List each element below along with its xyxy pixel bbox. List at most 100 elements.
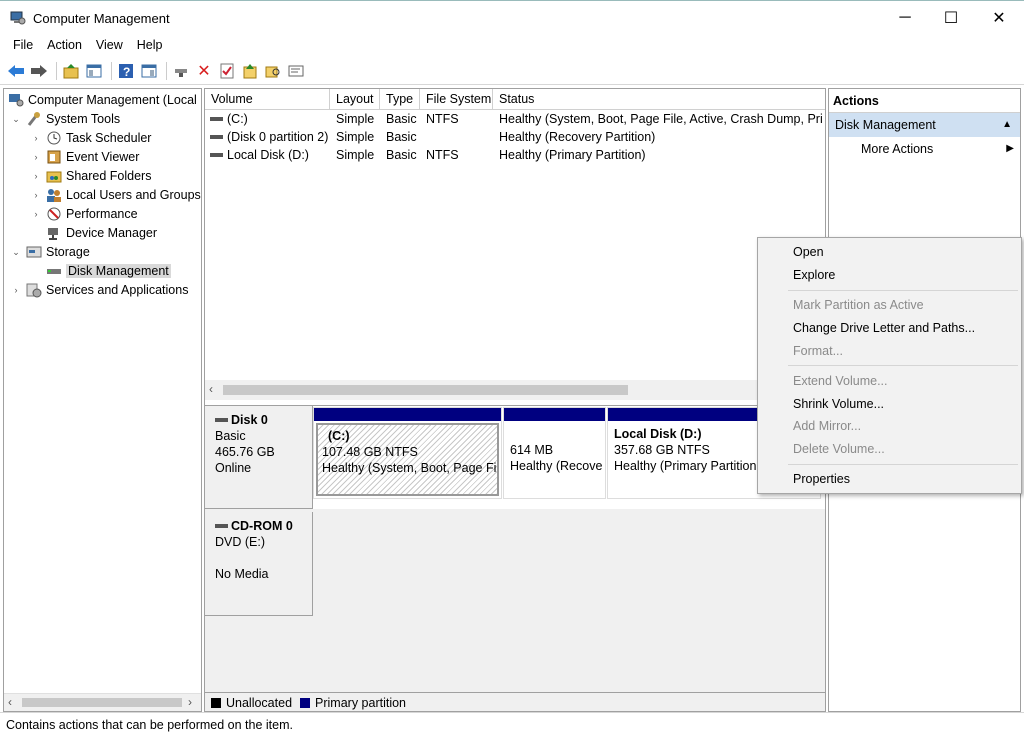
submenu-arrow-icon: ▶ xyxy=(1006,143,1014,154)
forward-arrow-icon[interactable] xyxy=(29,61,49,81)
collapse-chevron-icon[interactable]: ⌄ xyxy=(10,114,22,125)
menu-item-add-mirror[interactable]: Add Mirror... xyxy=(793,416,861,436)
tree-item-storage[interactable]: ⌄ Storage xyxy=(10,243,90,261)
menu-item-mark-active[interactable]: Mark Partition as Active xyxy=(793,295,924,315)
connect-icon[interactable] xyxy=(171,61,191,81)
check-properties-icon[interactable] xyxy=(217,61,237,81)
volume-file-system: NTFS xyxy=(426,148,459,162)
table-row[interactable]: (Disk 0 partition 2) Simple Basic Health… xyxy=(205,129,825,147)
cdrom-icon xyxy=(215,524,228,528)
volume-icon xyxy=(210,117,223,121)
disk-type: DVD (E:) xyxy=(215,535,265,549)
toolbar-separator xyxy=(56,61,57,80)
expand-chevron-icon[interactable]: › xyxy=(10,285,22,295)
expand-chevron-icon[interactable]: › xyxy=(30,209,42,219)
close-button[interactable]: ✕ xyxy=(976,1,1022,35)
partition-size: 614 MB xyxy=(510,443,554,457)
menu-item-change-drive-letter[interactable]: Change Drive Letter and Paths... xyxy=(793,318,975,338)
scroll-right-arrow-icon[interactable]: › xyxy=(188,695,192,709)
table-row[interactable]: (C:) Simple Basic NTFS Healthy (System, … xyxy=(205,111,825,129)
more-actions-item[interactable]: More Actions ▶ xyxy=(829,137,1020,161)
menu-action[interactable]: Action xyxy=(40,38,89,52)
tree-item-shared-folders[interactable]: › Shared Folders xyxy=(30,167,152,185)
menu-help[interactable]: Help xyxy=(130,38,170,52)
disk-type: Basic xyxy=(215,429,246,443)
tree-item-label: Performance xyxy=(66,207,138,221)
export-icon[interactable] xyxy=(240,61,260,81)
volume-list-horizontal-scrollbar[interactable]: ‹ xyxy=(205,380,825,400)
show-hide-tree-icon[interactable] xyxy=(84,61,104,81)
expand-chevron-icon[interactable]: › xyxy=(30,171,42,181)
menu-bar: File Action View Help xyxy=(0,34,1024,56)
tree-item-disk-management[interactable]: Disk Management xyxy=(30,262,171,280)
search-folder-icon[interactable] xyxy=(263,61,283,81)
volume-name: (C:) xyxy=(227,112,248,126)
console-icon[interactable] xyxy=(286,61,306,81)
toolbar: ? ✕ xyxy=(0,57,1024,85)
scroll-left-arrow-icon[interactable]: ‹ xyxy=(8,695,12,709)
expand-chevron-icon[interactable]: › xyxy=(30,133,42,143)
menu-item-properties[interactable]: Properties xyxy=(793,469,850,489)
legend: Unallocated Primary partition xyxy=(205,692,825,711)
tree-horizontal-scrollbar[interactable]: ‹ › xyxy=(4,693,201,711)
column-header-status[interactable]: Status xyxy=(493,89,825,110)
users-icon xyxy=(46,187,62,203)
menu-item-shrink-volume[interactable]: Shrink Volume... xyxy=(793,394,884,414)
scroll-left-arrow-icon[interactable]: ‹ xyxy=(209,382,213,396)
up-folder-icon[interactable] xyxy=(61,61,81,81)
column-header-layout[interactable]: Layout xyxy=(330,89,380,110)
menu-item-format[interactable]: Format... xyxy=(793,341,843,361)
expand-chevron-icon[interactable]: › xyxy=(30,152,42,162)
tree-item-local-users-groups[interactable]: › Local Users and Groups xyxy=(30,186,201,204)
window-title: Computer Management xyxy=(33,11,170,26)
column-header-volume[interactable]: Volume xyxy=(205,89,330,110)
volume-status: Healthy (System, Boot, Page File, Active… xyxy=(499,112,822,126)
scrollbar-thumb[interactable] xyxy=(223,385,628,395)
maximize-button[interactable]: ☐ xyxy=(928,1,974,35)
status-text: Contains actions that can be performed o… xyxy=(6,718,293,732)
delete-icon[interactable]: ✕ xyxy=(194,61,214,81)
menu-item-open[interactable]: Open xyxy=(793,242,824,262)
column-header-type[interactable]: Type xyxy=(380,89,420,110)
event-log-icon xyxy=(46,149,62,165)
disk-0-label[interactable]: Disk 0 Basic 465.76 GB Online xyxy=(205,406,313,509)
column-header-file-system[interactable]: File System xyxy=(420,89,493,110)
tree-root[interactable]: Computer Management (Local xyxy=(8,91,197,109)
tree-item-system-tools[interactable]: ⌄ System Tools xyxy=(10,110,120,128)
tree-item-task-scheduler[interactable]: › Task Scheduler xyxy=(30,129,152,147)
cdrom-0-label[interactable]: CD-ROM 0 DVD (E:) No Media xyxy=(205,512,313,616)
collapse-chevron-icon[interactable]: ⌄ xyxy=(10,247,22,258)
partition-c[interactable]: (C:) 107.48 GB NTFS Healthy (System, Boo… xyxy=(313,407,502,499)
menu-view[interactable]: View xyxy=(89,38,130,52)
disk-graphical-view: Disk 0 Basic 465.76 GB Online (C:) 107.4… xyxy=(205,405,825,692)
scrollbar-thumb[interactable] xyxy=(22,698,182,707)
partition-type-bar xyxy=(314,408,501,421)
collapse-up-icon[interactable]: ▲ xyxy=(1002,113,1012,137)
show-hide-action-pane-icon[interactable] xyxy=(139,61,159,81)
tree-item-label: Services and Applications xyxy=(46,283,189,297)
partition-recovery[interactable]: 614 MB Healthy (Recove xyxy=(503,407,606,499)
tree-item-device-manager[interactable]: Device Manager xyxy=(30,224,157,242)
console-tree: Computer Management (Local ⌄ System Tool… xyxy=(3,88,202,712)
actions-section-disk-management[interactable]: Disk Management ▲ xyxy=(829,113,1020,137)
menu-item-extend-volume[interactable]: Extend Volume... xyxy=(793,371,888,391)
tree-item-label: System Tools xyxy=(46,112,121,126)
actions-header: Actions xyxy=(829,89,1020,113)
tree-item-event-viewer[interactable]: › Event Viewer xyxy=(30,148,140,166)
menu-file[interactable]: File xyxy=(6,38,40,52)
expand-chevron-icon[interactable]: › xyxy=(30,190,42,200)
tree-item-performance[interactable]: › Performance xyxy=(30,205,138,223)
back-arrow-icon[interactable] xyxy=(6,61,26,81)
volume-type: Basic xyxy=(386,148,417,162)
tree-item-services-applications[interactable]: › Services and Applications xyxy=(10,281,188,299)
table-row[interactable]: Local Disk (D:) Simple Basic NTFS Health… xyxy=(205,147,825,165)
legend-primary-partition: Primary partition xyxy=(315,695,407,710)
menu-item-explore[interactable]: Explore xyxy=(793,265,835,285)
context-menu: Open Explore Mark Partition as Active Ch… xyxy=(757,237,1022,494)
title-bar: Computer Management ─ ☐ ✕ xyxy=(0,0,1024,34)
partition-status: Healthy (System, Boot, Page File xyxy=(322,461,499,475)
minimize-button[interactable]: ─ xyxy=(882,1,928,35)
disk-icon xyxy=(215,418,228,422)
menu-item-delete-volume[interactable]: Delete Volume... xyxy=(793,439,885,459)
help-icon[interactable]: ? xyxy=(116,61,136,81)
